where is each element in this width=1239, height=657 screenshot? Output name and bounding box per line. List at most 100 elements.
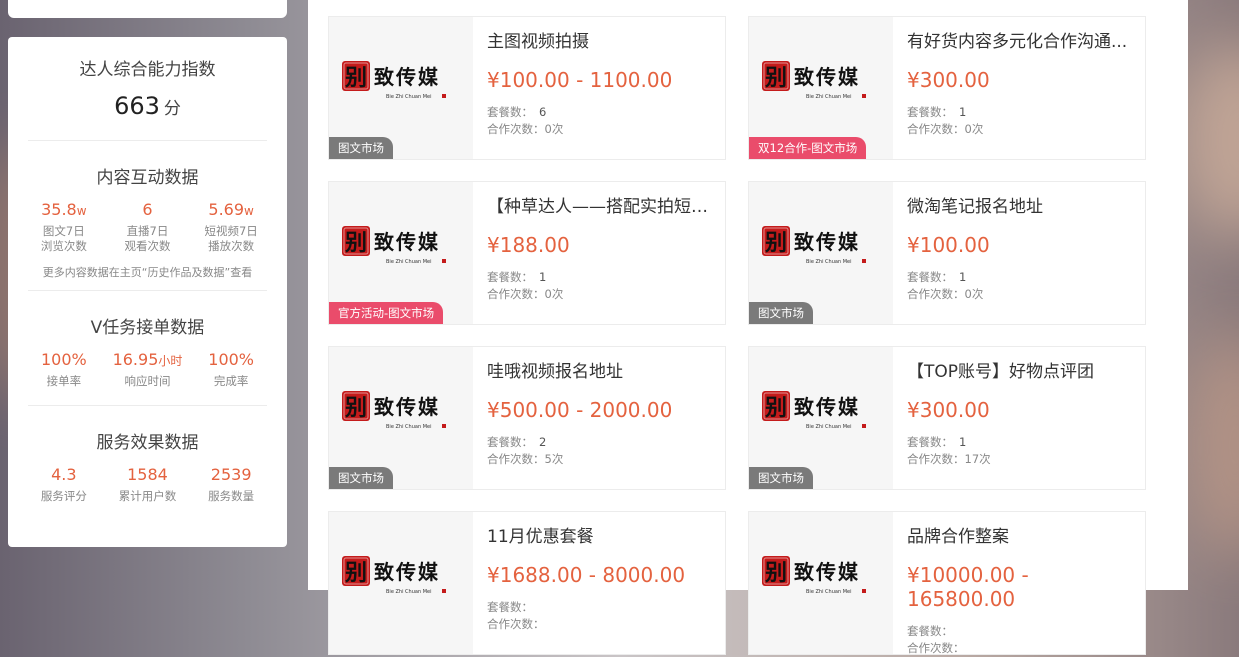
stat-label: 播放次数 (208, 239, 255, 253)
stat-label: 完成率 (213, 374, 249, 388)
packages-count: 1 (959, 105, 967, 119)
stat-label: 图文7日 (42, 224, 85, 238)
logo-text: 传 (815, 395, 836, 419)
service-info: 有好货内容多元化合作沟通... ¥300.00 套餐数： 1 合作次数：0次 (907, 27, 1137, 138)
service-card[interactable]: 别 致 传 媒 Bie Zhi Chuan Mei 双12合作-图文市场 有好货… (748, 16, 1146, 160)
service-title[interactable]: 【TOP账号】好物点评团 (907, 357, 1137, 382)
service-thumbnail[interactable]: 别 致 传 媒 Bie Zhi Chuan Mei 图文市场 (329, 347, 473, 489)
service-info: 微淘笔记报名地址 ¥100.00 套餐数： 1 合作次数：0次 (907, 192, 1137, 303)
ability-score-unit: 分 (163, 99, 181, 119)
service-info: 哇哦视频报名地址 ¥500.00 - 2000.00 套餐数： 2 合作次数：5次 (487, 357, 717, 468)
stat-value: 16.95 (112, 350, 159, 369)
logo-text: 媒 (418, 65, 439, 89)
service-title[interactable]: 品牌合作整案 (907, 522, 1137, 547)
service-card[interactable]: 别 致 传 媒 Bie Zhi Chuan Mei 11月优惠套餐 ¥1688.… (328, 511, 726, 655)
logo-text: 传 (395, 230, 416, 254)
stat-live-views: 6 直播7日 观看次数 (107, 200, 187, 254)
bie-zhi-media-logo: 别 致 传 媒 Bie Zhi Chuan Mei (342, 226, 446, 265)
logo-char: 别 (344, 560, 367, 586)
service-meta: 套餐数： 1 合作次数：0次 (907, 104, 1137, 138)
service-card[interactable]: 别 致 传 媒 Bie Zhi Chuan Mei 图文市场 【TOP账号】好物… (748, 346, 1146, 490)
logo-subtext: Bie Zhi Chuan Mei (386, 259, 432, 265)
service-stats: 4.3 服务评分 1584 累计用户数 2539 服务数量 (8, 465, 287, 504)
coops-label: 合作次数： (487, 287, 545, 301)
service-title[interactable]: 主图视频拍摄 (487, 27, 717, 52)
packages-count: 1 (959, 270, 967, 284)
service-meta: 套餐数： 合作次数： (907, 623, 1137, 657)
logo-text: 传 (395, 395, 416, 419)
profile-card-bottom (8, 0, 287, 18)
service-effect-title: 服务效果数据 (96, 433, 199, 453)
category-tag: 图文市场 (329, 137, 393, 159)
bie-zhi-media-logo: 别 致 传 媒 Bie Zhi Chuan Mei (762, 556, 866, 595)
coops-label: 合作次数： (907, 122, 965, 136)
service-card[interactable]: 别 致 传 媒 Bie Zhi Chuan Mei 图文市场 主图视频拍摄 ¥1… (328, 16, 726, 160)
stat-value: 100% (40, 350, 87, 369)
packages-label: 套餐数： (487, 270, 533, 284)
service-thumbnail[interactable]: 别 致 传 媒 Bie Zhi Chuan Mei 官方活动-图文市场 (329, 182, 473, 324)
service-title[interactable]: 微淘笔记报名地址 (907, 192, 1137, 217)
stat-value: 100% (208, 350, 255, 369)
service-price: ¥100.00 (907, 233, 990, 257)
service-price: ¥10000.00 - 165800.00 (907, 563, 1029, 611)
service-price: ¥500.00 - 2000.00 (487, 398, 673, 422)
stat-unit: w (76, 204, 87, 218)
service-thumbnail[interactable]: 别 致 传 媒 Bie Zhi Chuan Mei (749, 512, 893, 654)
logo-char: 别 (764, 560, 787, 586)
bie-zhi-media-logo: 别 致 传 媒 Bie Zhi Chuan Mei (342, 61, 446, 100)
stat-label: 观看次数 (124, 239, 171, 253)
ability-score-value: 663 (114, 92, 160, 120)
service-thumbnail[interactable]: 别 致 传 媒 Bie Zhi Chuan Mei 图文市场 (329, 17, 473, 159)
coops-count: 0次 (964, 122, 984, 136)
service-thumbnail[interactable]: 别 致 传 媒 Bie Zhi Chuan Mei 图文市场 (749, 347, 893, 489)
logo-text: 媒 (418, 230, 439, 254)
service-thumbnail[interactable]: 别 致 传 媒 Bie Zhi Chuan Mei 双12合作-图文市场 (749, 17, 893, 159)
background-blur (1190, 330, 1239, 560)
service-card[interactable]: 别 致 传 媒 Bie Zhi Chuan Mei 品牌合作整案 ¥10000.… (748, 511, 1146, 655)
coops-label: 合作次数： (487, 617, 545, 631)
stat-unit: w (244, 204, 254, 218)
service-title[interactable]: 有好货内容多元化合作沟通... (907, 27, 1137, 52)
packages-label: 套餐数： (487, 105, 533, 119)
logo-text: 传 (815, 65, 836, 89)
logo-text: 致 (374, 65, 396, 89)
stat-label: 浏览次数 (40, 239, 87, 253)
service-title[interactable]: 哇哦视频报名地址 (487, 357, 717, 382)
service-thumbnail[interactable]: 别 致 传 媒 Bie Zhi Chuan Mei (329, 512, 473, 654)
logo-subtext: Bie Zhi Chuan Mei (386, 589, 432, 595)
stat-value: 5.69 (208, 200, 245, 219)
service-info: 主图视频拍摄 ¥100.00 - 1100.00 套餐数： 6 合作次数：0次 (487, 27, 717, 138)
logo-subtext: Bie Zhi Chuan Mei (386, 424, 432, 430)
service-title[interactable]: 11月优惠套餐 (487, 522, 717, 547)
service-thumbnail[interactable]: 别 致 传 媒 Bie Zhi Chuan Mei 图文市场 (749, 182, 893, 324)
stat-label: 服务数量 (208, 489, 255, 503)
stat-value: 35.8 (41, 200, 77, 219)
coops-count: 0次 (544, 287, 564, 301)
bie-zhi-media-logo: 别 致 传 媒 Bie Zhi Chuan Mei (762, 391, 866, 430)
coops-count: 0次 (964, 287, 984, 301)
stat-label: 接单率 (46, 374, 82, 388)
service-card[interactable]: 别 致 传 媒 Bie Zhi Chuan Mei 图文市场 哇哦视频报名地址 … (328, 346, 726, 490)
logo-text: 媒 (838, 395, 859, 419)
stat-value: 6 (142, 200, 153, 219)
bie-zhi-media-logo: 别 致 传 媒 Bie Zhi Chuan Mei (342, 391, 446, 430)
service-card[interactable]: 别 致 传 媒 Bie Zhi Chuan Mei 官方活动-图文市场 【种草达… (328, 181, 726, 325)
logo-text: 媒 (418, 560, 439, 584)
bie-zhi-media-logo: 别 致 传 媒 Bie Zhi Chuan Mei (342, 556, 446, 595)
service-meta: 套餐数： 6 合作次数：0次 (487, 104, 717, 138)
bie-zhi-media-logo: 别 致 传 媒 Bie Zhi Chuan Mei (762, 226, 866, 265)
stat-unit: 小时 (158, 354, 183, 368)
service-price: ¥100.00 - 1100.00 (487, 68, 673, 92)
v-task-stats: 100% 接单率 16.95小时 响应时间 100% 完成率 (8, 350, 287, 389)
service-title[interactable]: 【种草达人——搭配实拍短图... (487, 192, 717, 217)
service-card[interactable]: 别 致 传 媒 Bie Zhi Chuan Mei 图文市场 微淘笔记报名地址 … (748, 181, 1146, 325)
category-tag: 双12合作-图文市场 (749, 137, 867, 159)
logo-text: 致 (794, 230, 816, 254)
logo-text: 传 (815, 230, 836, 254)
background-blur (1180, 40, 1239, 240)
logo-text: 传 (395, 560, 416, 584)
packages-label: 套餐数： (907, 435, 953, 449)
service-meta: 套餐数： 1 合作次数：17次 (907, 434, 1137, 468)
stat-video-plays: 5.69w 短视频7日 播放次数 (191, 200, 271, 254)
logo-char: 别 (344, 395, 367, 421)
